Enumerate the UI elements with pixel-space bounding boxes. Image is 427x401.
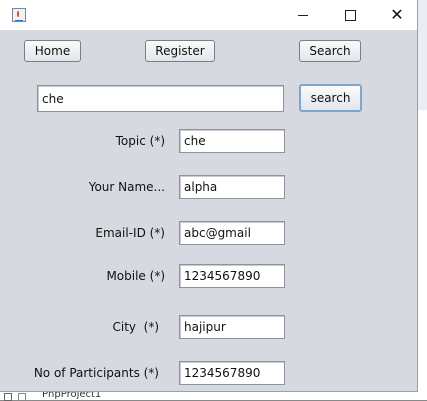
search-nav-button[interactable]: Search [299, 40, 361, 62]
home-button[interactable]: Home [24, 40, 81, 62]
topic-label: Topic (*) [115, 134, 165, 148]
city-field[interactable]: hajipur [179, 315, 285, 339]
name-label: Your Name... [88, 180, 165, 194]
search-input[interactable]: che [37, 85, 284, 112]
minimize-icon [298, 14, 308, 16]
email-label: Email-ID (*) [95, 226, 165, 240]
city-label: City (*) [112, 320, 159, 334]
java-app-icon [12, 8, 26, 22]
participants-field[interactable]: 1234567890 [179, 361, 285, 385]
topic-field[interactable]: che [179, 129, 285, 153]
background-ide-strip [418, 0, 427, 400]
mobile-field[interactable]: 1234567890 [179, 264, 285, 288]
minimize-button[interactable] [280, 0, 326, 30]
close-button[interactable]: ✕ [374, 0, 420, 30]
title-bar: ✕ [0, 0, 417, 30]
mobile-label: Mobile (*) [106, 269, 165, 283]
maximize-button[interactable] [327, 0, 373, 30]
app-window: ✕ Home Register Search che search Topic … [0, 0, 418, 392]
email-field[interactable]: abc@gmail [179, 221, 285, 245]
participants-label: No of Participants (*) [33, 366, 159, 380]
maximize-icon [344, 9, 356, 21]
name-field[interactable]: alpha [179, 175, 285, 199]
register-button[interactable]: Register [145, 40, 215, 62]
search-button[interactable]: search [299, 84, 362, 112]
form-panel: Home Register Search che search Topic (*… [0, 30, 417, 391]
close-icon: ✕ [390, 5, 404, 24]
background-ide-bottom: PhpProject1 [0, 389, 427, 401]
